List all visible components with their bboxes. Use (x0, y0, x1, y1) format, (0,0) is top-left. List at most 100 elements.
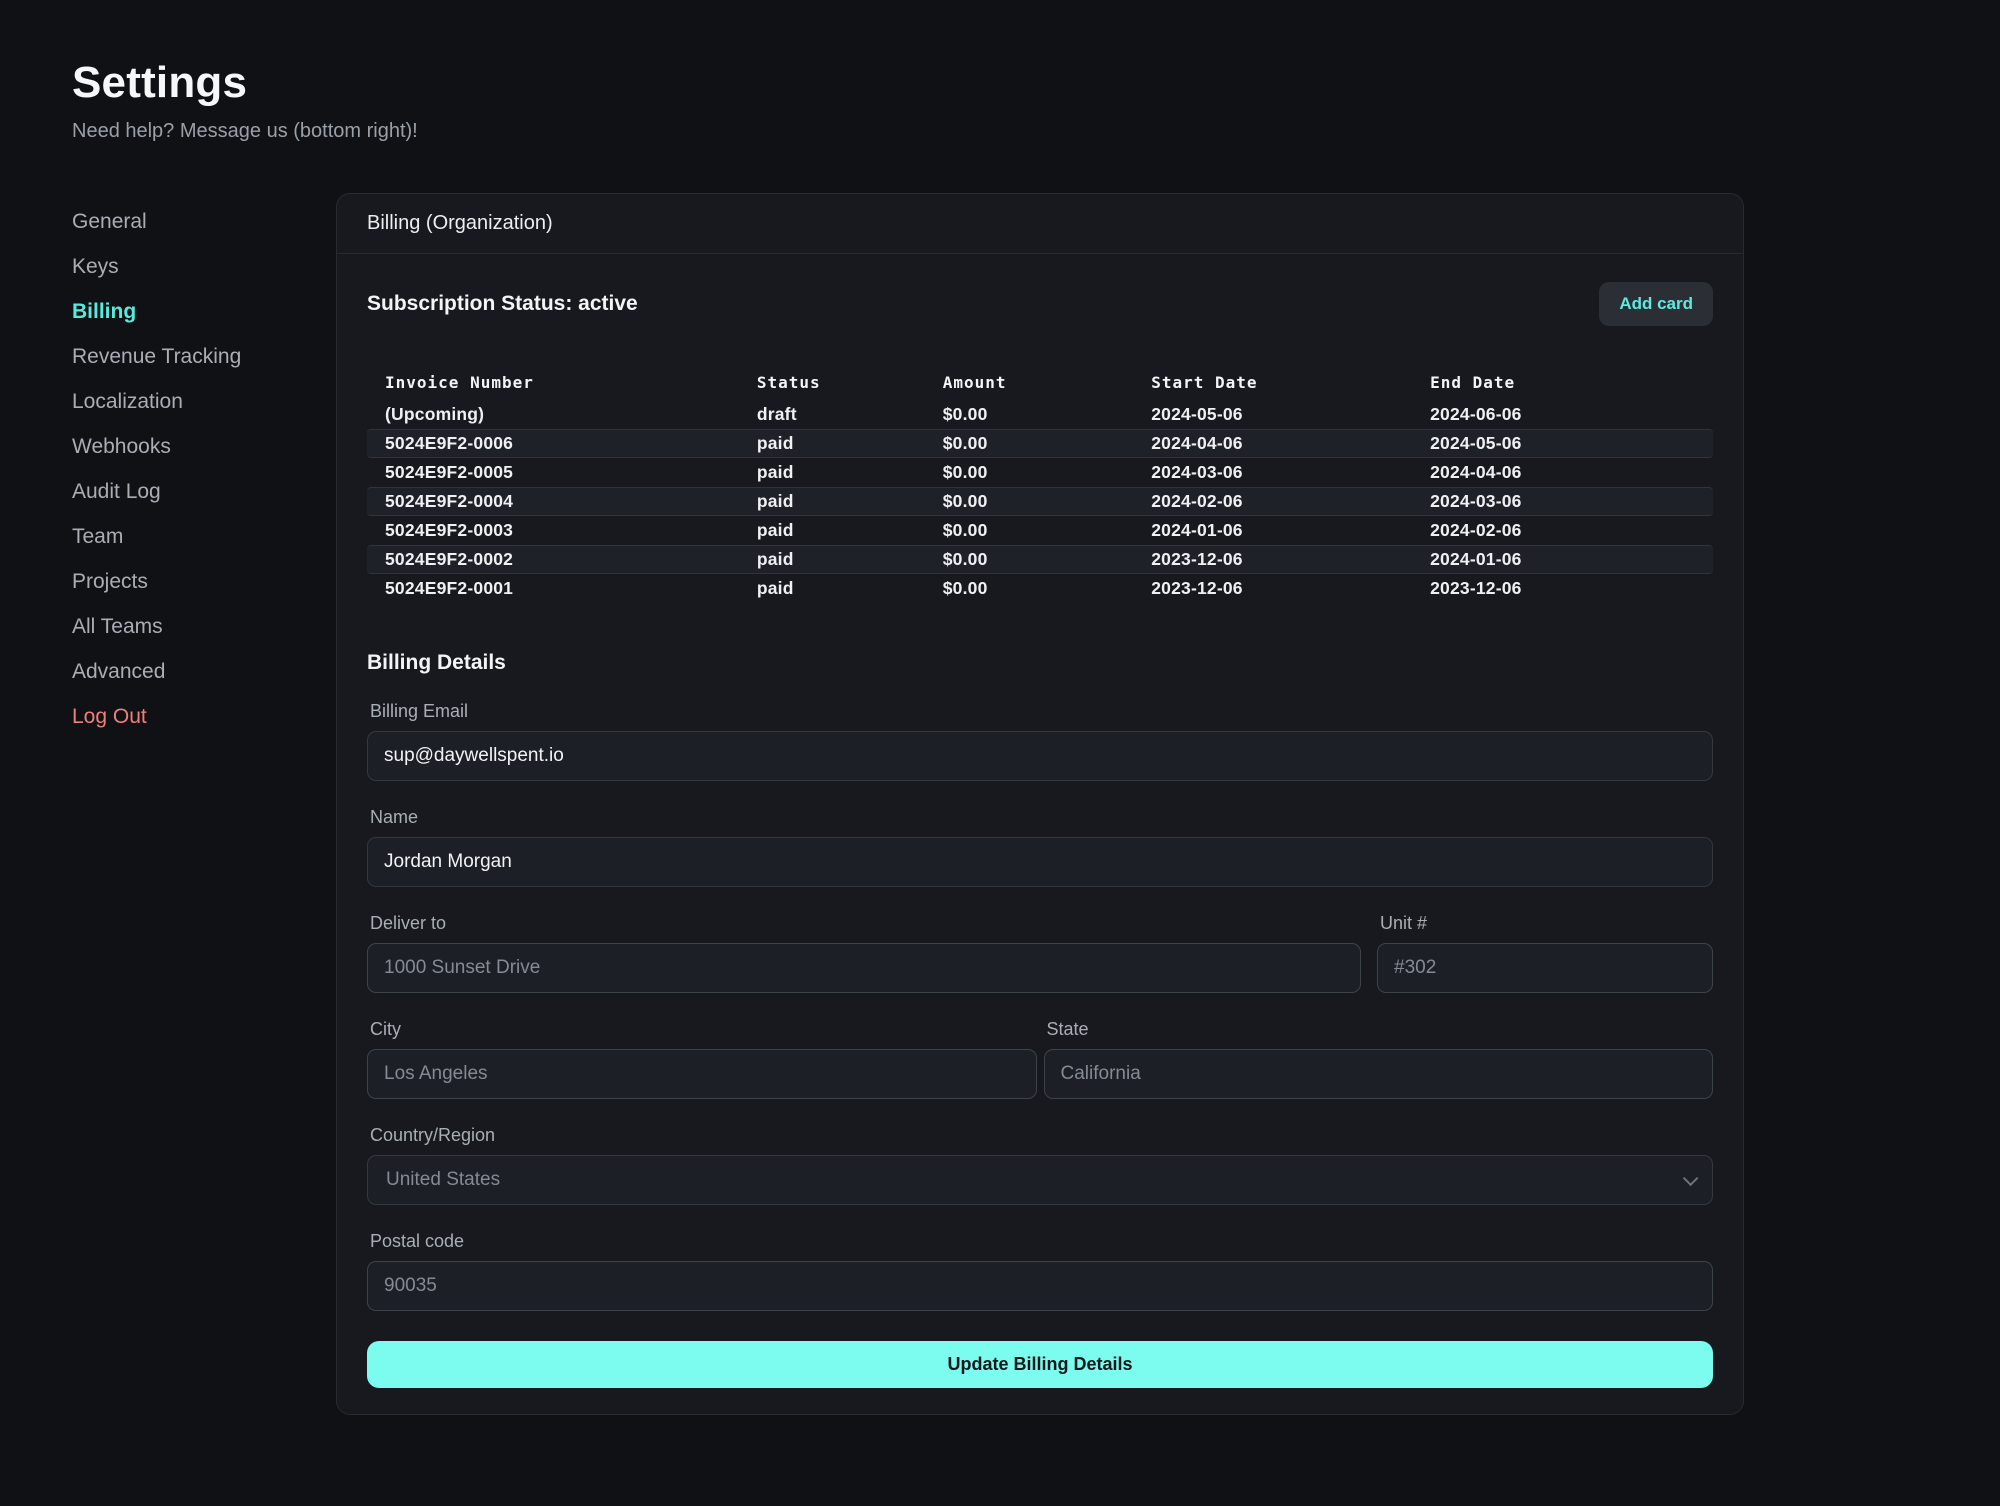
sidebar-item-general[interactable]: General (72, 199, 336, 244)
cell-amount: $0.00 (943, 578, 1151, 599)
sidebar-item-team[interactable]: Team (72, 514, 336, 559)
country-field-group: Country/Region United States (367, 1125, 1713, 1205)
cell-amount: $0.00 (943, 404, 1151, 425)
sidebar-item-localization[interactable]: Localization (72, 379, 336, 424)
sidebar-item-log-out[interactable]: Log Out (72, 694, 336, 739)
table-row: 5024E9F2-0001 paid $0.00 2023-12-06 2023… (367, 574, 1713, 603)
billing-details-heading: Billing Details (367, 651, 1713, 675)
city-state-row: City State (367, 1019, 1713, 1099)
billing-email-input[interactable] (367, 731, 1713, 781)
cell-status: paid (757, 491, 943, 512)
cell-amount: $0.00 (943, 520, 1151, 541)
cell-start-date: 2024-05-06 (1151, 404, 1430, 425)
cell-end-date: 2023-12-06 (1430, 578, 1713, 599)
cell-start-date: 2023-12-06 (1151, 578, 1430, 599)
add-card-button[interactable]: Add card (1599, 282, 1713, 326)
city-input[interactable] (367, 1049, 1037, 1099)
table-row: 5024E9F2-0006 paid $0.00 2024-04-06 2024… (367, 429, 1713, 458)
table-row: (Upcoming) draft $0.00 2024-05-06 2024-0… (367, 400, 1713, 429)
settings-sidebar: General Keys Billing Revenue Tracking Lo… (72, 193, 336, 739)
cell-start-date: 2024-01-06 (1151, 520, 1430, 541)
cell-start-date: 2024-03-06 (1151, 462, 1430, 483)
sidebar-item-advanced[interactable]: Advanced (72, 649, 336, 694)
cell-end-date: 2024-06-06 (1430, 404, 1713, 425)
unit-label: Unit # (1377, 913, 1713, 934)
cell-start-date: 2023-12-06 (1151, 549, 1430, 570)
postal-field-group: Postal code (367, 1231, 1713, 1311)
state-label: State (1044, 1019, 1714, 1040)
billing-email-label: Billing Email (367, 701, 1713, 722)
name-label: Name (367, 807, 1713, 828)
panel-body: Subscription Status: active Add card Inv… (337, 254, 1743, 1414)
cell-status: paid (757, 578, 943, 599)
panel-title: Billing (Organization) (367, 212, 553, 235)
sidebar-item-webhooks[interactable]: Webhooks (72, 424, 336, 469)
cell-invoice-number: 5024E9F2-0003 (385, 520, 757, 541)
cell-amount: $0.00 (943, 433, 1151, 454)
invoice-table: Invoice Number Status Amount Start Date … (367, 364, 1713, 603)
city-field-group: City (367, 1019, 1037, 1099)
country-selected-value: United States (386, 1169, 500, 1191)
column-amount: Amount (943, 373, 1151, 392)
cell-invoice-number: 5024E9F2-0006 (385, 433, 757, 454)
state-input[interactable] (1044, 1049, 1714, 1099)
cell-status: paid (757, 549, 943, 570)
cell-end-date: 2024-01-06 (1430, 549, 1713, 570)
postal-code-label: Postal code (367, 1231, 1713, 1252)
subscription-row: Subscription Status: active Add card (367, 282, 1713, 326)
address-row: Deliver to Unit # (367, 913, 1713, 993)
billing-email-field-group: Billing Email (367, 701, 1713, 781)
cell-end-date: 2024-04-06 (1430, 462, 1713, 483)
cell-end-date: 2024-03-06 (1430, 491, 1713, 512)
column-invoice-number: Invoice Number (385, 373, 757, 392)
cell-status: draft (757, 404, 943, 425)
cell-invoice-number: 5024E9F2-0004 (385, 491, 757, 512)
cell-status: paid (757, 462, 943, 483)
sidebar-item-revenue-tracking[interactable]: Revenue Tracking (72, 334, 336, 379)
cell-start-date: 2024-04-06 (1151, 433, 1430, 454)
sidebar-item-keys[interactable]: Keys (72, 244, 336, 289)
column-start-date: Start Date (1151, 373, 1430, 392)
postal-code-input[interactable] (367, 1261, 1713, 1311)
name-input[interactable] (367, 837, 1713, 887)
name-field-group: Name (367, 807, 1713, 887)
cell-start-date: 2024-02-06 (1151, 491, 1430, 512)
cell-amount: $0.00 (943, 462, 1151, 483)
deliver-to-input[interactable] (367, 943, 1361, 993)
cell-status: paid (757, 433, 943, 454)
sidebar-item-all-teams[interactable]: All Teams (72, 604, 336, 649)
subscription-status: Subscription Status: active (367, 292, 638, 316)
column-status: Status (757, 373, 943, 392)
cell-amount: $0.00 (943, 549, 1151, 570)
cell-invoice-number: (Upcoming) (385, 404, 757, 425)
cell-invoice-number: 5024E9F2-0005 (385, 462, 757, 483)
sidebar-item-billing[interactable]: Billing (72, 289, 336, 334)
column-end-date: End Date (1430, 373, 1713, 392)
page-title: Settings (72, 58, 2000, 108)
table-row: 5024E9F2-0005 paid $0.00 2024-03-06 2024… (367, 458, 1713, 487)
content-layout: General Keys Billing Revenue Tracking Lo… (72, 193, 2000, 1415)
billing-panel: Billing (Organization) Subscription Stat… (336, 193, 1744, 1415)
page-subtitle: Need help? Message us (bottom right)! (72, 120, 2000, 143)
sidebar-item-audit-log[interactable]: Audit Log (72, 469, 336, 514)
unit-input[interactable] (1377, 943, 1713, 993)
cell-end-date: 2024-02-06 (1430, 520, 1713, 541)
cell-end-date: 2024-05-06 (1430, 433, 1713, 454)
table-row: 5024E9F2-0004 paid $0.00 2024-02-06 2024… (367, 487, 1713, 516)
invoice-table-header: Invoice Number Status Amount Start Date … (367, 364, 1713, 400)
deliver-to-label: Deliver to (367, 913, 1361, 934)
deliver-to-field-group: Deliver to (367, 913, 1361, 993)
sidebar-item-projects[interactable]: Projects (72, 559, 336, 604)
state-field-group: State (1044, 1019, 1714, 1099)
country-label: Country/Region (367, 1125, 1713, 1146)
chevron-down-icon (1683, 1170, 1699, 1186)
cell-invoice-number: 5024E9F2-0002 (385, 549, 757, 570)
settings-page: Settings Need help? Message us (bottom r… (0, 0, 2000, 1415)
country-select[interactable]: United States (367, 1155, 1713, 1205)
table-row: 5024E9F2-0003 paid $0.00 2024-01-06 2024… (367, 516, 1713, 545)
cell-status: paid (757, 520, 943, 541)
table-row: 5024E9F2-0002 paid $0.00 2023-12-06 2024… (367, 545, 1713, 574)
update-billing-details-button[interactable]: Update Billing Details (367, 1341, 1713, 1388)
city-label: City (367, 1019, 1037, 1040)
cell-invoice-number: 5024E9F2-0001 (385, 578, 757, 599)
